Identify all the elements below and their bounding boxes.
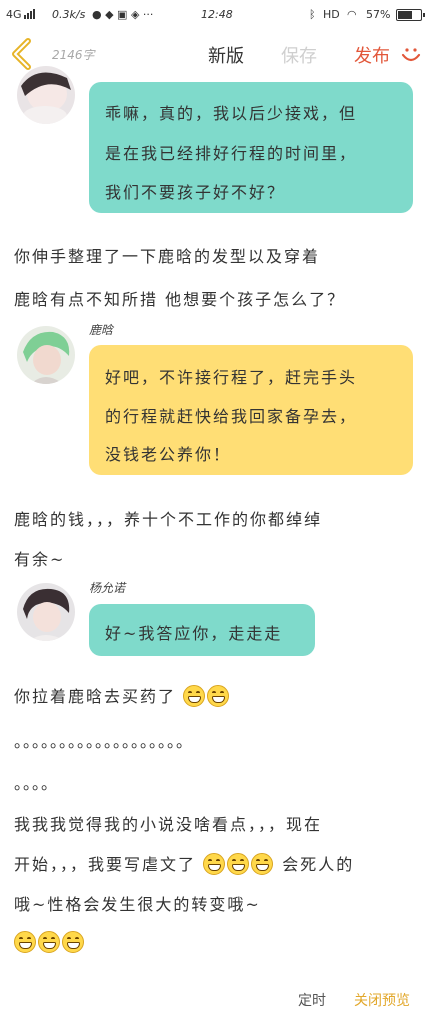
back-button[interactable] (6, 36, 40, 72)
ellipsis-line: 。。。。。。。。。。。。。。。。。。。 (14, 732, 194, 751)
message-line: 没钱老公养你！ (105, 445, 232, 464)
narration-text: 会死人的 (282, 855, 355, 874)
battery-percent: 57% (366, 8, 391, 21)
network-type: 4G (6, 8, 22, 21)
narration-line: 有余~ (14, 550, 66, 569)
narration-line: 你拉着鹿晗去买药了 (14, 683, 231, 707)
network-speed: 0.3k/s (52, 8, 86, 21)
grin-emoji-icon (62, 931, 84, 953)
grin-emoji-icon (207, 685, 230, 707)
grin-emoji-icon (203, 853, 226, 875)
ellipsis-line: 。。。。 (14, 774, 59, 793)
signal-icon (24, 8, 36, 22)
bluetooth-icon: ᛒ (309, 8, 316, 21)
message-line: 好吧，不许接行程了，赶完手头 (105, 368, 358, 387)
avatar-yang-yunnuo[interactable] (17, 583, 75, 641)
message-bubble: 好吧，不许接行程了，赶完手头 的行程就赶快给我回家备孕去， 没钱老公养你！ (89, 345, 413, 475)
message-line: 我们不要孩子好不好？ (105, 183, 286, 202)
grin-emoji-icon (183, 685, 206, 707)
narration-line: 哦~性格会发生很大的转变哦~ (14, 895, 261, 914)
narration-line: 我我我觉得我的小说没啥看点，，，现在 (14, 815, 323, 834)
schedule-button[interactable]: 定时 (298, 990, 326, 1010)
message-bubble: 好~我答应你，走走走 (89, 604, 315, 656)
narration-line: 鹿晗的钱，，，养十个不工作的你都绰绰 (14, 510, 323, 529)
speaker-name: 鹿晗 (89, 323, 114, 337)
emoji-line (14, 931, 86, 953)
narration-line: 鹿晗有点不知所措 他想要个孩子怎么了？ (14, 290, 346, 309)
notification-icons: ● ◆ ▣ ◈ ··· (92, 8, 154, 21)
hd-indicator: HD (323, 8, 340, 21)
chevron-left-icon (12, 38, 31, 70)
avatar-luhan[interactable] (17, 326, 75, 384)
grin-emoji-icon (227, 853, 250, 875)
grin-emoji-icon (38, 931, 60, 953)
smile-icon[interactable] (400, 43, 422, 65)
save-button[interactable]: 保存 (281, 42, 317, 68)
message-line: 的行程就赶快给我回家备孕去， (105, 407, 358, 426)
grin-emoji-icon (14, 931, 36, 953)
message-line: 乖嘛，真的，我以后少接戏，但 (105, 104, 358, 123)
avatar-reader[interactable] (17, 66, 75, 124)
grin-emoji-icon (251, 853, 274, 875)
narration-text: 你拉着鹿晗去买药了 (14, 687, 177, 706)
word-count: 2146字 (52, 48, 95, 62)
battery-icon (396, 9, 425, 21)
message-line: 是在我已经排好行程的时间里， (105, 144, 358, 163)
close-preview-button[interactable]: 关闭预览 (354, 990, 410, 1010)
wifi-icon: ◠ (347, 8, 357, 21)
narration-line: 你伸手整理了一下鹿晗的发型以及穿着 (14, 247, 321, 266)
speaker-name: 杨允诺 (89, 581, 126, 595)
clock: 12:48 (201, 8, 233, 21)
avatar-image (17, 583, 75, 641)
message-line: 好~我答应你，走走走 (105, 624, 283, 643)
avatar-image (17, 66, 75, 124)
narration-text: 开始，，，我要写虐文了 (14, 855, 197, 874)
new-version-button[interactable]: 新版 (208, 42, 244, 68)
message-bubble: 乖嘛，真的，我以后少接戏，但 是在我已经排好行程的时间里， 我们不要孩子好不好？ (89, 82, 413, 213)
status-bar: 4G 0.3k/s ● ◆ ▣ ◈ ··· 12:48 ᛒ HD ◠ 57% (0, 0, 432, 30)
narration-line: 开始，，，我要写虐文了 会死人的 (14, 851, 354, 875)
avatar-image (17, 326, 75, 384)
publish-button[interactable]: 发布 (354, 42, 390, 68)
